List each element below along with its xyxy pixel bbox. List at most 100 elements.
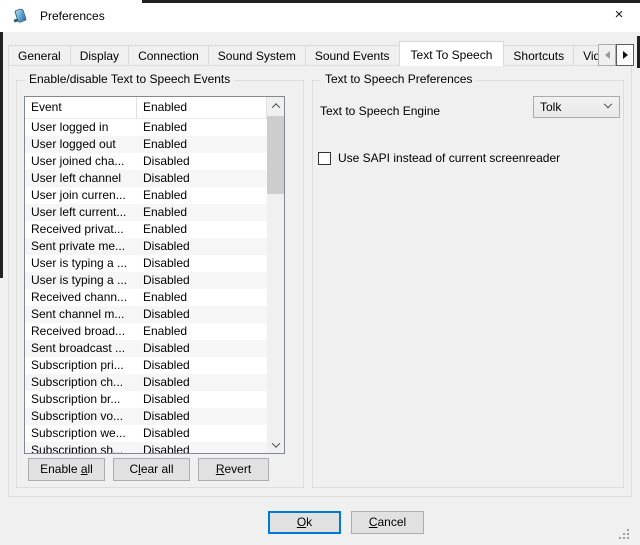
enabled-cell: Disabled	[137, 306, 267, 323]
tts-engine-label: Text to Speech Engine	[320, 100, 440, 122]
enabled-cell: Disabled	[137, 170, 267, 187]
tab-scroll-right-button[interactable]	[616, 44, 634, 66]
event-cell: User left current...	[25, 204, 137, 221]
enabled-cell: Disabled	[137, 255, 267, 272]
event-list[interactable]: Event Enabled User logged inEnabledUser …	[24, 96, 285, 454]
list-item[interactable]: User left channelDisabled	[25, 170, 267, 187]
list-item[interactable]: User left current...Enabled	[25, 204, 267, 221]
label-part: k	[306, 515, 312, 529]
event-cell: Sent private me...	[25, 238, 137, 255]
tab-video[interactable]: Video	[573, 45, 598, 66]
tts-preferences-title: Text to Speech Preferences	[321, 72, 476, 86]
list-item[interactable]: Subscription sh...Disabled	[25, 442, 267, 453]
event-cell: User joined cha...	[25, 153, 137, 170]
resize-grip[interactable]	[617, 527, 631, 541]
tab-connection[interactable]: Connection	[128, 45, 209, 66]
tab-scroll-left-button[interactable]	[598, 44, 616, 66]
enabled-cell: Disabled	[137, 272, 267, 289]
list-item[interactable]: Subscription pri...Disabled	[25, 357, 267, 374]
clear-all-button[interactable]: Clear all	[113, 458, 190, 481]
event-cell: Subscription pri...	[25, 357, 137, 374]
tab-sound-events[interactable]: Sound Events	[305, 45, 400, 66]
mnemonic: O	[297, 515, 306, 529]
list-item[interactable]: User logged outEnabled	[25, 136, 267, 153]
event-cell: User join curren...	[25, 187, 137, 204]
enabled-cell: Disabled	[137, 238, 267, 255]
list-item[interactable]: Received privat...Enabled	[25, 221, 267, 238]
sapi-checkbox-row[interactable]: Use SAPI instead of current screenreader	[318, 150, 560, 166]
event-list-header[interactable]: Event Enabled	[25, 97, 267, 119]
event-cell: Subscription br...	[25, 391, 137, 408]
label-part: evert	[224, 462, 251, 476]
list-item[interactable]: Subscription br...Disabled	[25, 391, 267, 408]
sapi-checkbox[interactable]	[318, 152, 331, 165]
scroll-up-icon[interactable]	[267, 97, 284, 114]
preferences-dialog: Preferences × GeneralDisplayConnectionSo…	[0, 0, 640, 545]
list-item[interactable]: Sent broadcast ...Disabled	[25, 340, 267, 357]
list-item[interactable]: User join curren...Enabled	[25, 187, 267, 204]
list-item[interactable]: Subscription vo...Disabled	[25, 408, 267, 425]
list-item[interactable]: Received broad...Enabled	[25, 323, 267, 340]
tab-shortcuts[interactable]: Shortcuts	[503, 45, 574, 66]
arrow-left-icon	[605, 51, 610, 59]
list-item[interactable]: Sent channel m...Disabled	[25, 306, 267, 323]
list-item[interactable]: User joined cha...Disabled	[25, 153, 267, 170]
enabled-cell: Enabled	[137, 187, 267, 204]
event-cell: User is typing a ...	[25, 272, 137, 289]
close-icon[interactable]: ×	[598, 0, 640, 30]
enabled-cell: Enabled	[137, 323, 267, 340]
event-cell: Sent broadcast ...	[25, 340, 137, 357]
teamtalk-app-icon	[13, 8, 29, 24]
titlebar[interactable]: Preferences ×	[0, 0, 640, 32]
label-part: ll	[88, 462, 93, 476]
tts-preferences-groupbox: Text to Speech Preferences	[312, 80, 624, 488]
column-header-event[interactable]: Event	[25, 97, 137, 119]
list-item[interactable]: User is typing a ...Disabled	[25, 255, 267, 272]
enabled-cell: Disabled	[137, 442, 267, 453]
column-header-enabled[interactable]: Enabled	[137, 97, 267, 119]
revert-button[interactable]: Revert	[198, 458, 269, 481]
enabled-cell: Enabled	[137, 221, 267, 238]
event-cell: User is typing a ...	[25, 255, 137, 272]
enabled-cell: Disabled	[137, 357, 267, 374]
event-cell: Subscription sh...	[25, 442, 137, 453]
events-group-title: Enable/disable Text to Speech Events	[25, 72, 234, 86]
list-item[interactable]: Subscription we...Disabled	[25, 425, 267, 442]
label-part: Enable	[40, 462, 81, 476]
scrollbar-thumb[interactable]	[267, 116, 284, 194]
tts-engine-select[interactable]: Tolk	[533, 96, 620, 118]
list-item[interactable]: Subscription ch...Disabled	[25, 374, 267, 391]
event-cell: Received privat...	[25, 221, 137, 238]
list-item[interactable]: User logged inEnabled	[25, 119, 267, 136]
tab-general[interactable]: General	[8, 45, 71, 66]
tab-display[interactable]: Display	[70, 45, 129, 66]
enabled-cell: Disabled	[137, 425, 267, 442]
ok-button[interactable]: Ok	[268, 511, 341, 534]
window-title: Preferences	[40, 0, 105, 32]
enabled-cell: Disabled	[137, 408, 267, 425]
event-cell: User left channel	[25, 170, 137, 187]
background-artifact-top	[142, 0, 640, 3]
list-item[interactable]: Sent private me...Disabled	[25, 238, 267, 255]
tab-sound-system[interactable]: Sound System	[208, 45, 306, 66]
tab-text-to-speech[interactable]: Text To Speech	[399, 41, 505, 66]
mnemonic: a	[81, 462, 88, 476]
label-part: ancel	[377, 515, 406, 529]
chevron-down-icon	[604, 100, 612, 108]
background-artifact-left	[0, 32, 3, 278]
event-cell: Subscription vo...	[25, 408, 137, 425]
event-list-scrollbar[interactable]	[267, 97, 284, 453]
enabled-cell: Enabled	[137, 119, 267, 136]
list-item[interactable]: User is typing a ...Disabled	[25, 272, 267, 289]
enabled-cell: Disabled	[137, 340, 267, 357]
label-part: C	[129, 462, 138, 476]
enable-all-button[interactable]: Enable all	[28, 458, 105, 481]
event-cell: Received chann...	[25, 289, 137, 306]
event-cell: User logged out	[25, 136, 137, 153]
cancel-button[interactable]: Cancel	[351, 511, 424, 534]
scroll-down-icon[interactable]	[267, 436, 284, 453]
label-part: ear all	[141, 462, 174, 476]
enabled-cell: Disabled	[137, 153, 267, 170]
event-cell: User logged in	[25, 119, 137, 136]
list-item[interactable]: Received chann...Enabled	[25, 289, 267, 306]
